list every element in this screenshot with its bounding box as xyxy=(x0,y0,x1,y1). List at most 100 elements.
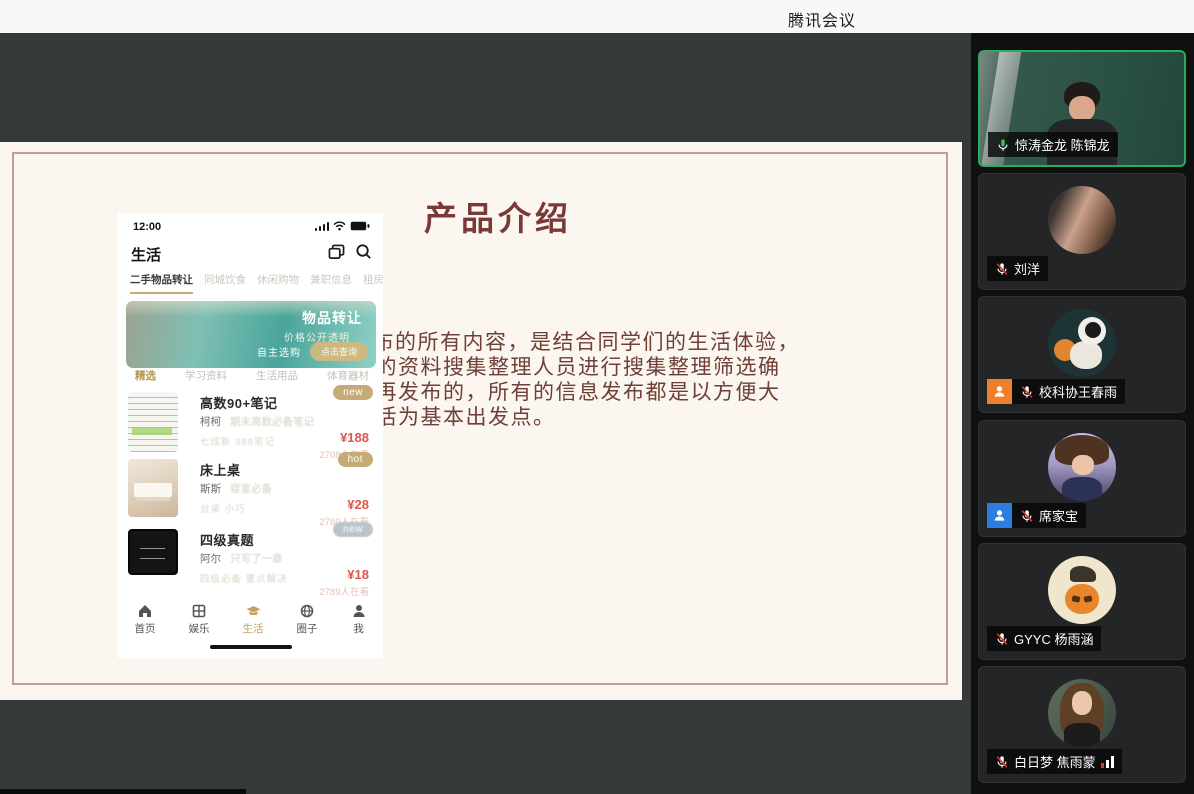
product-card: 床上桌 斯斯寝室必备 台桌 小巧 ¥28 2780人在看 hot xyxy=(128,456,373,532)
mic-muted-icon xyxy=(1020,509,1034,523)
media-icon xyxy=(191,603,207,619)
seller-name: 阿尔 xyxy=(200,553,221,565)
participant-nameplate: 刘洋 xyxy=(987,256,1048,281)
nav-home: 首页 xyxy=(135,603,156,636)
participant-name: 惊涛金龙 陈锦龙 xyxy=(1015,135,1110,154)
home-indicator xyxy=(210,645,292,649)
product-photo xyxy=(128,459,178,517)
nav-entertainment: 娱乐 xyxy=(189,603,210,636)
bottom-nav: 首页 娱乐 生活 圈子 xyxy=(118,603,383,636)
window-titlebar: 腾讯会议 xyxy=(0,0,1194,33)
home-icon xyxy=(137,603,153,619)
participants-sidebar: 惊涛金龙 陈锦龙 刘洋 校科协王春雨 xyxy=(971,33,1194,794)
graduation-cap-icon xyxy=(245,603,262,619)
filter-featured: 精选 xyxy=(135,368,156,383)
participant-nameplate: GYYC 杨雨涵 xyxy=(987,626,1101,651)
seller-name: 柯柯 xyxy=(200,416,221,428)
shared-screen-area[interactable]: 产品介绍 发布的所有内容，是结合同学们的生活体验， 山专门的资料搜集整理人员进行… xyxy=(0,33,971,794)
participant-nameplate: 席家宝 xyxy=(1012,503,1086,528)
filter-sports: 体育器材 xyxy=(327,368,369,383)
tab-food: 同城饮食 xyxy=(204,272,246,294)
product-title: 四级真题 xyxy=(200,530,254,549)
new-badge: new xyxy=(333,522,373,537)
nav-circle: 圈子 xyxy=(297,603,318,636)
mic-on-icon xyxy=(996,138,1010,152)
nav-life: 生活 xyxy=(243,603,264,636)
participant-tile[interactable]: 白日梦 焦雨蒙 xyxy=(978,666,1186,783)
participant-name: 席家宝 xyxy=(1039,506,1078,525)
avatar xyxy=(1048,433,1116,501)
product-tags: 四级必备 重点解决 xyxy=(200,571,288,585)
globe-icon xyxy=(299,603,315,619)
participant-nameplate: 白日梦 焦雨蒙 xyxy=(987,749,1122,774)
product-title: 高数90+笔记 xyxy=(200,393,278,412)
participant-tile[interactable]: GYYC 杨雨涵 xyxy=(978,543,1186,660)
page-title: 生活 xyxy=(131,244,161,265)
presentation-slide: 产品介绍 发布的所有内容，是结合同学们的生活体验， 山专门的资料搜集整理人员进行… xyxy=(0,142,962,700)
battery-icon xyxy=(350,221,370,231)
phone-mockup: 12:00 生活 二手物品转让 同城饮食 休闲购物 兼职信息 租房 xyxy=(118,213,383,658)
participant-name: 刘洋 xyxy=(1014,259,1040,278)
stack-icon xyxy=(328,244,345,260)
status-icons xyxy=(315,221,371,231)
avatar xyxy=(1048,186,1116,254)
slide-body-line: 发布的所有内容，是结合同学们的生活体验， xyxy=(308,330,892,355)
participant-nameplate: 惊涛金龙 陈锦龙 xyxy=(988,132,1118,157)
product-card: 四级真题 阿尔只写了一章 四级必备 重点解决 ¥18 2789人在看 new xyxy=(128,526,373,596)
category-tabs: 二手物品转让 同城饮食 休闲购物 兼职信息 租房 xyxy=(130,272,383,294)
product-price: ¥188 xyxy=(340,430,369,445)
slide-body-text: 发布的所有内容，是结合同学们的生活体验， 山专门的资料搜集整理人员进行搜集整理筛… xyxy=(308,330,892,430)
filter-study: 学习资料 xyxy=(185,368,227,383)
screen-share-banner: 惊涛金龙 陈锦龙的屏幕共享 xyxy=(0,789,246,794)
wifi-icon xyxy=(333,221,346,231)
banner-query-button: 点击查询 xyxy=(310,342,368,361)
mic-muted-icon xyxy=(1020,385,1034,399)
person-icon xyxy=(351,603,367,619)
member-badge-blue xyxy=(987,503,1012,528)
product-photo xyxy=(128,529,178,575)
tab-parttime: 兼职信息 xyxy=(310,272,352,294)
mic-muted-icon xyxy=(995,262,1009,276)
nav-me: 我 xyxy=(351,603,367,636)
mic-muted-icon xyxy=(995,632,1009,646)
slide-body-line: 山专门的资料搜集整理人员进行搜集整理筛选确 xyxy=(308,355,892,380)
app-title: 腾讯会议 xyxy=(788,7,856,31)
weak-signal-icon xyxy=(1101,756,1114,768)
tab-rent: 租房 xyxy=(363,272,383,294)
banner-title: 物品转让 xyxy=(302,308,362,328)
cell-signal-icon xyxy=(315,222,330,231)
avatar xyxy=(1048,556,1116,624)
new-badge: new xyxy=(333,385,373,400)
product-desc: 寝室必备 xyxy=(230,483,272,495)
product-price: ¥18 xyxy=(347,567,369,582)
person-icon xyxy=(992,508,1007,523)
hot-badge: hot xyxy=(338,452,373,467)
filter-row: 精选 学习资料 生活用品 体育器材 xyxy=(135,368,369,383)
product-desc: 只写了一章 xyxy=(230,553,283,565)
participant-tile[interactable]: 惊涛金龙 陈锦龙 xyxy=(978,50,1186,167)
search-icon xyxy=(355,243,372,260)
product-photo xyxy=(128,392,178,452)
meeting-window: 腾讯会议 产品介绍 发布的所有内容，是结合同学们的生活体验， 山专门的资料搜集整… xyxy=(0,0,1194,794)
product-tags: 台桌 小巧 xyxy=(200,501,246,515)
participant-nameplate: 校科协王春雨 xyxy=(1012,379,1125,404)
slide-body-line: 学生生活为基本出发点。 xyxy=(308,405,892,430)
participant-name: 校科协王春雨 xyxy=(1039,382,1117,401)
person-icon xyxy=(992,384,1007,399)
participant-name: 白日梦 焦雨蒙 xyxy=(1014,752,1096,771)
promo-banner: 物品转让 价格公开透明 自主选购 点击查询 xyxy=(126,301,376,368)
filter-daily: 生活用品 xyxy=(256,368,298,383)
member-badge-orange xyxy=(987,379,1012,404)
participant-tile[interactable]: 刘洋 xyxy=(978,173,1186,290)
tab-secondhand: 二手物品转让 xyxy=(130,272,193,294)
participant-tile[interactable]: 席家宝 xyxy=(978,420,1186,537)
participant-tile[interactable]: 校科协王春雨 xyxy=(978,296,1186,413)
avatar xyxy=(1048,309,1116,377)
watcher-count: 2789人在看 xyxy=(319,584,369,598)
status-time: 12:00 xyxy=(133,221,161,233)
product-price: ¥28 xyxy=(347,497,369,512)
slide-title: 产品介绍 xyxy=(424,192,572,240)
seller-name: 斯斯 xyxy=(200,483,221,495)
mic-muted-icon xyxy=(995,755,1009,769)
tab-shopping: 休闲购物 xyxy=(257,272,299,294)
